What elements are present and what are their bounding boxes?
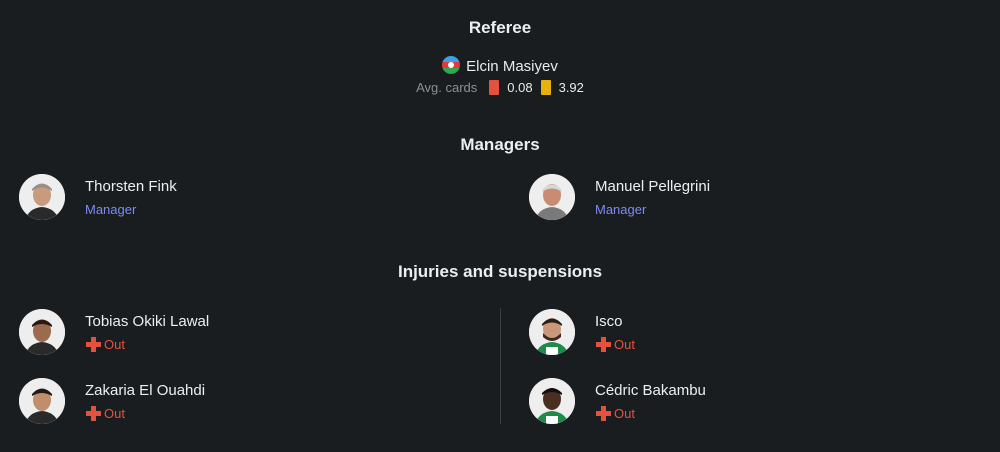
- yellow-card-icon: [540, 80, 551, 95]
- player-name: Tobias Okiki Lawal: [85, 313, 210, 330]
- referee-name[interactable]: Elcin Masiyev: [466, 58, 558, 75]
- player-status: Out: [85, 405, 125, 421]
- avatar: [19, 309, 65, 355]
- managers-title: Managers: [460, 135, 540, 154]
- referee-title: Referee: [468, 18, 532, 37]
- manager-role: Manager: [85, 202, 137, 217]
- avatar: [19, 174, 65, 220]
- injured-player[interactable]: Cédric Bakambu Out: [529, 378, 829, 428]
- injury-cross-icon: [595, 336, 611, 352]
- avg-cards-label: Avg. cards: [416, 80, 478, 95]
- player-status: Out: [595, 405, 635, 421]
- avg-cards: Avg. cards 0.08 3.92: [0, 80, 1000, 95]
- injury-cross-icon: [85, 336, 101, 352]
- home-manager[interactable]: Thorsten Fink Manager: [19, 174, 319, 224]
- away-manager[interactable]: Manuel Pellegrini Manager: [529, 174, 829, 224]
- injury-cross-icon: [85, 405, 101, 421]
- injuries-title: Injuries and suspensions: [397, 262, 603, 281]
- avatar: [529, 378, 575, 424]
- red-cards-value: 0.08: [507, 80, 533, 95]
- azerbaijan-flag-icon: [442, 56, 461, 74]
- avatar: [19, 378, 65, 424]
- yellow-cards-value: 3.92: [558, 80, 584, 95]
- red-card-icon: [489, 80, 500, 95]
- player-name: Isco: [595, 313, 623, 330]
- player-status: Out: [85, 336, 125, 352]
- referee-line: Elcin Masiyev: [0, 56, 1000, 75]
- injured-player[interactable]: Tobias Okiki Lawal Out: [19, 309, 319, 359]
- manager-name: Thorsten Fink: [85, 178, 177, 195]
- injury-cross-icon: [595, 405, 611, 421]
- injured-player[interactable]: Isco Out: [529, 309, 829, 359]
- manager-name: Manuel Pellegrini: [595, 178, 711, 195]
- player-name: Zakaria El Ouahdi: [85, 382, 206, 399]
- avatar: [529, 309, 575, 355]
- manager-role: Manager: [595, 202, 647, 217]
- player-name: Cédric Bakambu: [595, 382, 706, 399]
- injured-player[interactable]: Zakaria El Ouahdi Out: [19, 378, 319, 428]
- avatar: [529, 174, 575, 220]
- divider: [500, 308, 501, 424]
- player-status: Out: [595, 336, 635, 352]
